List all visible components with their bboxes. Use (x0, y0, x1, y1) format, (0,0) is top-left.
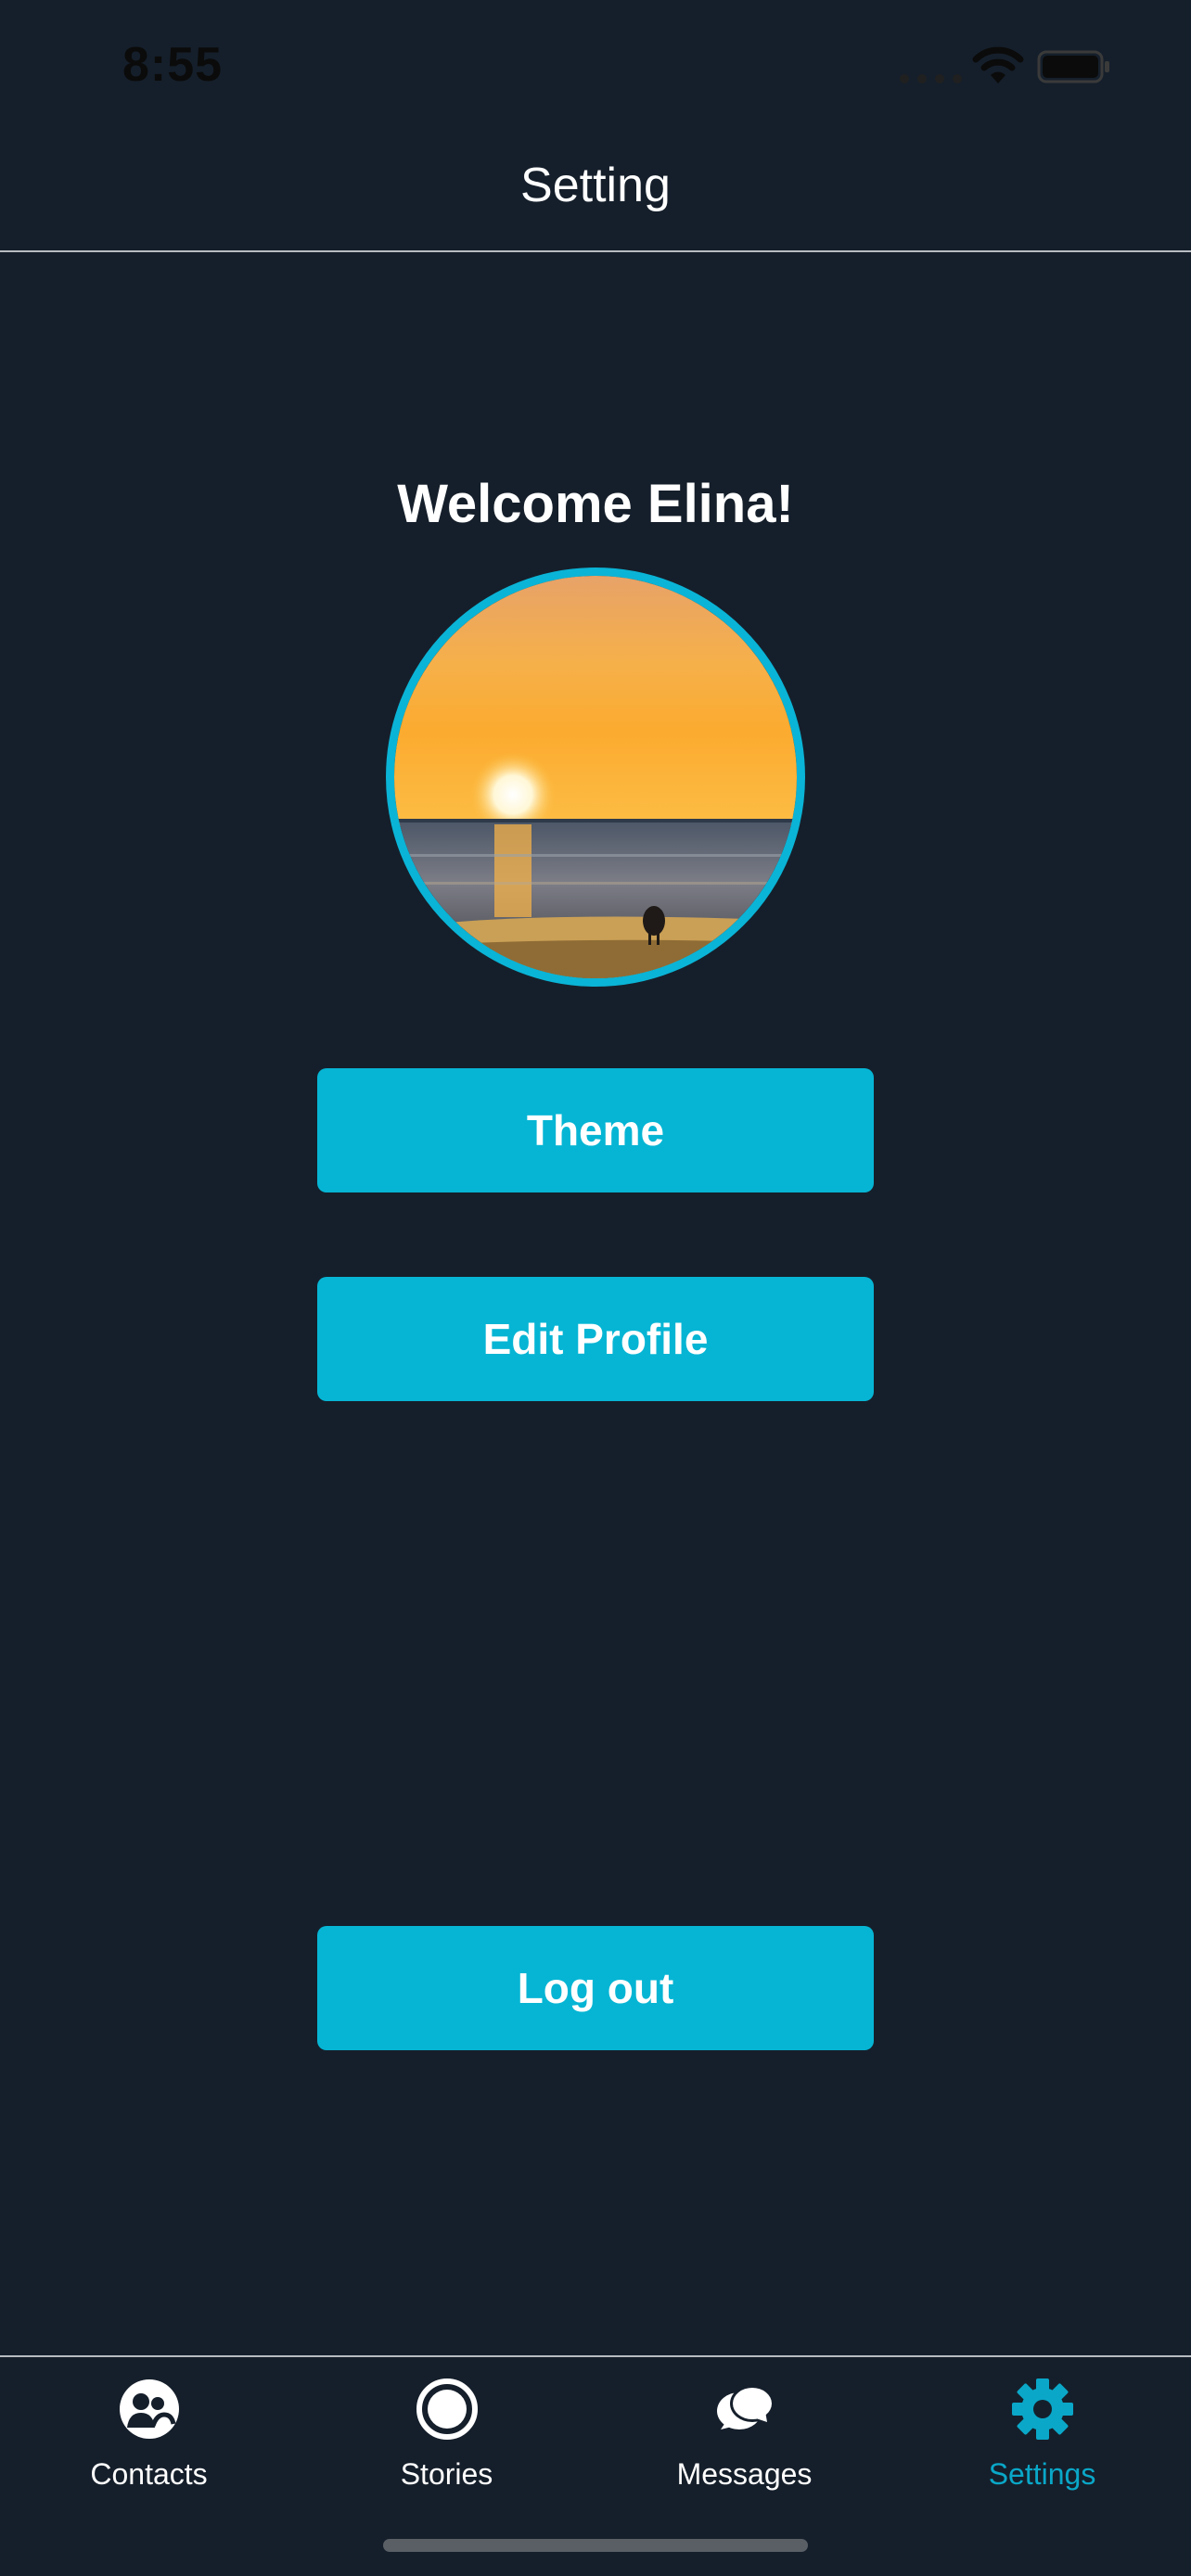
avatar-image (394, 576, 797, 978)
home-indicator (383, 2539, 808, 2552)
tab-label-contacts: Contacts (90, 2457, 208, 2491)
tab-messages[interactable]: Messages (596, 2376, 893, 2515)
tab-contacts[interactable]: Contacts (0, 2376, 298, 2515)
tab-settings[interactable]: Settings (893, 2376, 1191, 2515)
stories-icon (416, 2378, 478, 2440)
welcome-heading: Welcome Elina! (397, 474, 794, 534)
cellular-signal-icon (900, 74, 962, 83)
tab-stories[interactable]: Stories (298, 2376, 596, 2515)
logout-button[interactable]: Log out (317, 1926, 874, 2050)
status-time: 8:55 (122, 38, 224, 92)
edit-profile-button[interactable]: Edit Profile (317, 1277, 874, 1401)
tab-label-messages: Messages (676, 2457, 813, 2491)
navigation-header: Setting (0, 139, 1191, 252)
contacts-icon (119, 2379, 179, 2439)
page-title: Setting (520, 159, 671, 212)
battery-icon (1037, 50, 1109, 83)
tab-label-settings: Settings (988, 2457, 1096, 2491)
wifi-icon (972, 46, 1024, 83)
avatar[interactable] (386, 567, 805, 987)
tab-label-stories: Stories (400, 2457, 493, 2491)
messages-icon (716, 2385, 775, 2429)
status-bar: 8:55 (0, 0, 1191, 130)
gear-icon (1011, 2378, 1073, 2440)
theme-button[interactable]: Theme (317, 1068, 874, 1192)
